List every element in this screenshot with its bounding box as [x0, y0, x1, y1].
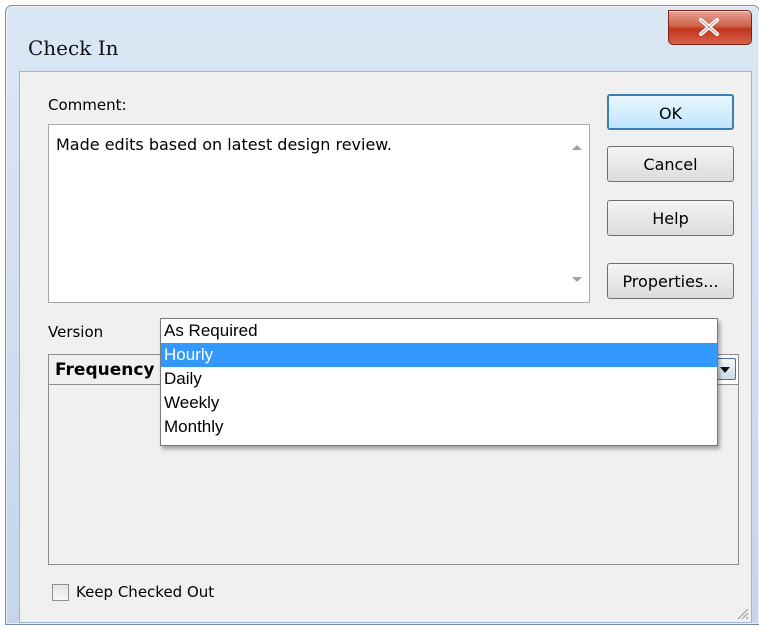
frequency-label: Frequency [49, 355, 178, 385]
dialog-title: Check In [28, 36, 119, 60]
comment-text[interactable]: Made edits based on latest design review… [56, 135, 392, 154]
version-label: Version [48, 323, 104, 341]
ok-button[interactable]: OK [607, 94, 734, 130]
properties-button[interactable]: Properties... [607, 263, 734, 299]
close-button[interactable] [668, 10, 752, 45]
keep-checked-out-checkbox[interactable] [52, 584, 69, 601]
comment-label: Comment: [48, 96, 127, 114]
dropdown-option[interactable]: Weekly [161, 391, 717, 415]
cancel-button[interactable]: Cancel [607, 146, 734, 182]
dropdown-option[interactable]: Monthly [161, 415, 717, 439]
dropdown-option-selected[interactable]: Hourly [161, 343, 717, 367]
frequency-dropdown-list[interactable]: As Required Hourly Daily Weekly Monthly [160, 318, 718, 446]
comment-textarea[interactable]: Made edits based on latest design review… [48, 124, 590, 303]
comment-scrollbar[interactable] [565, 125, 589, 302]
keep-checked-out-label[interactable]: Keep Checked Out [76, 583, 214, 601]
help-button[interactable]: Help [607, 200, 734, 236]
scroll-down-arrow-icon[interactable] [572, 277, 582, 282]
dropdown-arrow-icon [720, 367, 730, 373]
check-in-dialog: Check In Comment: Made edits based on la… [5, 5, 759, 625]
dropdown-option[interactable]: As Required [161, 319, 717, 343]
dropdown-option[interactable]: Daily [161, 367, 717, 391]
title-bar[interactable]: Check In [6, 6, 759, 76]
close-icon [699, 18, 719, 36]
resize-grip-icon[interactable] [735, 606, 749, 620]
scroll-up-arrow-icon[interactable] [572, 145, 582, 150]
